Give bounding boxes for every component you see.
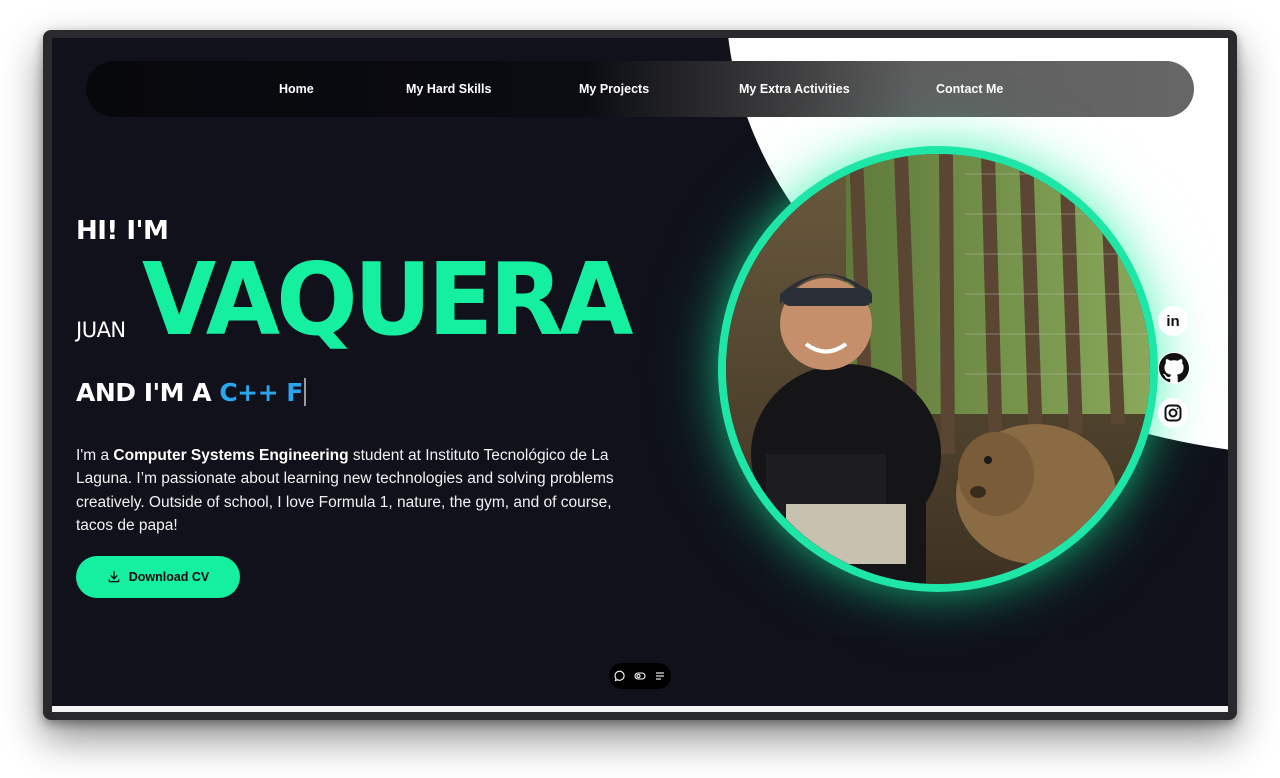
list-icon[interactable] bbox=[654, 670, 666, 682]
role-typed-text: C++ F bbox=[219, 378, 303, 407]
instagram-link[interactable] bbox=[1158, 398, 1188, 428]
floating-dock bbox=[609, 663, 671, 689]
nav-contact[interactable]: Contact Me bbox=[936, 61, 1003, 117]
nav-hard-skills[interactable]: My Hard Skills bbox=[406, 61, 491, 117]
download-cv-button[interactable]: Download CV bbox=[76, 556, 240, 598]
nav-extra-activities[interactable]: My Extra Activities bbox=[739, 61, 850, 117]
bio-bold: Computer Systems Engineering bbox=[113, 446, 349, 464]
github-icon bbox=[1159, 353, 1189, 383]
instagram-icon bbox=[1164, 404, 1182, 422]
profile-photo bbox=[726, 154, 1150, 584]
navbar: Home My Hard Skills My Projects My Extra… bbox=[86, 61, 1194, 117]
role-line: AND I'M A C++ F bbox=[76, 378, 306, 407]
browser-viewport: Home My Hard Skills My Projects My Extra… bbox=[52, 38, 1228, 712]
download-cv-label: Download CV bbox=[128, 570, 210, 584]
bio-start: I'm a bbox=[76, 446, 114, 464]
typing-caret bbox=[303, 378, 306, 406]
linkedin-icon: in bbox=[1166, 312, 1180, 330]
last-name: VAQUERA bbox=[142, 241, 633, 359]
linkedin-link[interactable]: in bbox=[1158, 306, 1188, 336]
toggle-icon[interactable] bbox=[634, 670, 646, 682]
profile-photo-frame bbox=[718, 146, 1158, 592]
chat-icon[interactable] bbox=[614, 670, 626, 682]
screen-bottom-edge bbox=[52, 706, 1228, 712]
first-name: JUAN bbox=[76, 318, 126, 342]
profile-photo-illustration bbox=[726, 154, 1150, 584]
nav-home[interactable]: Home bbox=[279, 61, 314, 117]
github-link[interactable] bbox=[1158, 352, 1190, 384]
nav-projects[interactable]: My Projects bbox=[579, 61, 649, 117]
bio-paragraph: I'm a Computer Systems Engineering stude… bbox=[76, 444, 636, 538]
download-icon bbox=[108, 571, 120, 583]
role-prefix: AND I'M A bbox=[76, 378, 220, 407]
